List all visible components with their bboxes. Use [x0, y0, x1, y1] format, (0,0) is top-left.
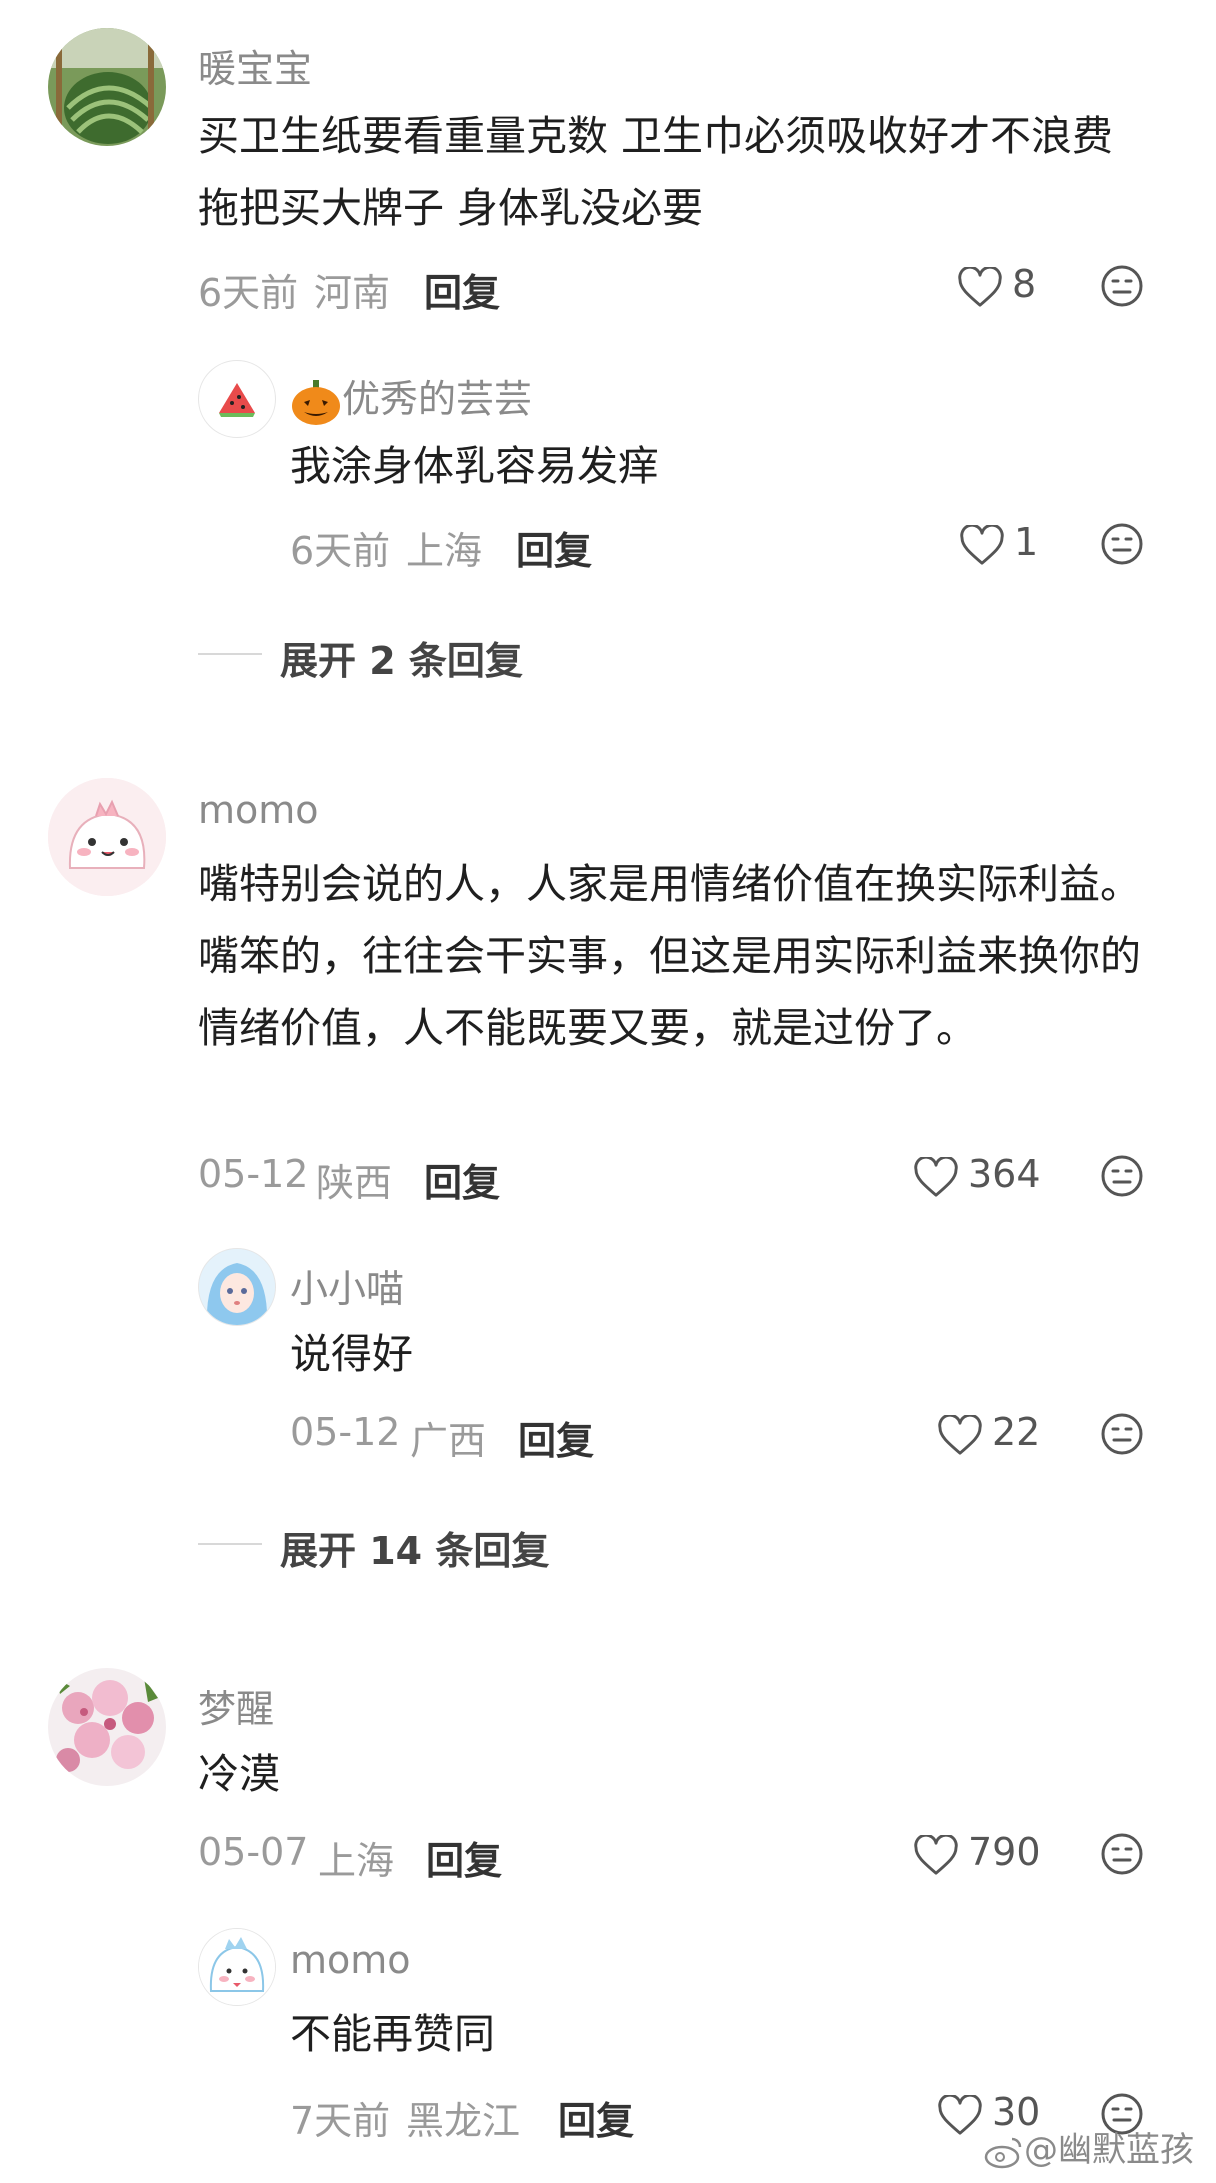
reply-button[interactable]: 回复: [424, 1152, 500, 1207]
expand-replies-button[interactable]: 展开 2 条回复: [280, 630, 523, 685]
comment-time: 6天前: [198, 271, 299, 315]
watermark: @幽默蓝孩: [984, 2122, 1194, 2171]
like-button[interactable]: 790: [914, 1830, 1041, 1875]
like-button[interactable]: 8: [958, 262, 1036, 307]
reply-location: 上海: [406, 529, 483, 573]
reply-location: 广西: [410, 1419, 487, 1463]
reply-button[interactable]: 回复: [424, 262, 500, 317]
reply-avatar[interactable]: [198, 360, 276, 438]
reply-time: 05-12: [290, 1410, 401, 1454]
heart-outline-icon: [938, 1413, 982, 1455]
expand-replies-button[interactable]: 展开 14 条回复: [280, 1520, 549, 1575]
comment-username[interactable]: 暖宝宝: [198, 38, 312, 93]
comment-text: 冷漠: [198, 1750, 280, 1798]
comment-username[interactable]: 梦醒: [198, 1678, 274, 1733]
reply-text: 说得好: [290, 1330, 413, 1378]
like-count: 364: [968, 1152, 1041, 1196]
reply-text: 我涂身体乳容易发痒: [290, 442, 659, 490]
emoji-face-icon[interactable]: [1100, 1412, 1144, 1460]
emoji-face-icon[interactable]: [1100, 1154, 1144, 1202]
comment-location: 上海: [318, 1839, 395, 1883]
comment-time: 05-12: [198, 1152, 309, 1196]
avatar[interactable]: [48, 1668, 166, 1786]
like-button[interactable]: 22: [938, 1410, 1040, 1455]
reply-username[interactable]: 优秀的芸芸: [290, 368, 532, 426]
like-count: 22: [992, 1410, 1041, 1454]
reply-location: 黑龙江: [406, 2099, 521, 2143]
heart-outline-icon: [938, 2093, 982, 2135]
reply-time: 6天前: [290, 529, 391, 573]
reply-username[interactable]: momo: [290, 1938, 411, 1982]
reply-username[interactable]: 小小喵: [290, 1258, 404, 1313]
emoji-face-icon[interactable]: [1100, 1832, 1144, 1880]
comment-text: 嘴特别会说的人，人家是用情绪价值在换实际利益。嘴笨的，往往会干实事，但这是用实际…: [198, 860, 1141, 1052]
reply-username-text: 优秀的芸芸: [342, 377, 533, 421]
comment-text: 买卫生纸要看重量克数 卫生巾必须吸收好才不浪费 拖把买大牌子 身体乳没必要: [198, 112, 1114, 232]
reply-button[interactable]: 回复: [558, 2090, 634, 2145]
emoji-face-icon[interactable]: [1100, 522, 1144, 570]
like-count: 1: [1014, 520, 1039, 564]
like-count: 790: [968, 1830, 1041, 1874]
comment-username[interactable]: momo: [198, 788, 319, 832]
reply-button[interactable]: 回复: [516, 520, 592, 575]
heart-outline-icon: [958, 265, 1002, 307]
emoji-face-icon[interactable]: [1100, 264, 1144, 312]
reply-text: 不能再赞同: [290, 2010, 495, 2058]
like-button[interactable]: 364: [914, 1152, 1041, 1197]
comment-time: 05-07: [198, 1830, 309, 1874]
reply-avatar[interactable]: [198, 1928, 276, 2006]
weibo-logo-icon: [984, 2137, 1022, 2168]
avatar[interactable]: [48, 778, 166, 896]
like-button[interactable]: 1: [960, 520, 1038, 565]
heart-outline-icon: [914, 1833, 958, 1875]
watermark-text: @幽默蓝孩: [1024, 2130, 1194, 2170]
reply-button[interactable]: 回复: [426, 1830, 502, 1885]
reply-avatar[interactable]: [198, 1248, 276, 1326]
expand-divider: [198, 1543, 262, 1545]
like-count: 8: [1012, 262, 1037, 306]
heart-outline-icon: [914, 1155, 958, 1197]
avatar[interactable]: [48, 28, 166, 146]
reply-time: 7天前: [290, 2099, 391, 2143]
heart-outline-icon: [960, 523, 1004, 565]
reply-button[interactable]: 回复: [518, 1410, 594, 1465]
pumpkin-emoji-icon: [292, 379, 340, 425]
comment-location: 陕西: [316, 1161, 393, 1205]
comment-location: 河南: [314, 271, 391, 315]
expand-divider: [198, 653, 262, 655]
